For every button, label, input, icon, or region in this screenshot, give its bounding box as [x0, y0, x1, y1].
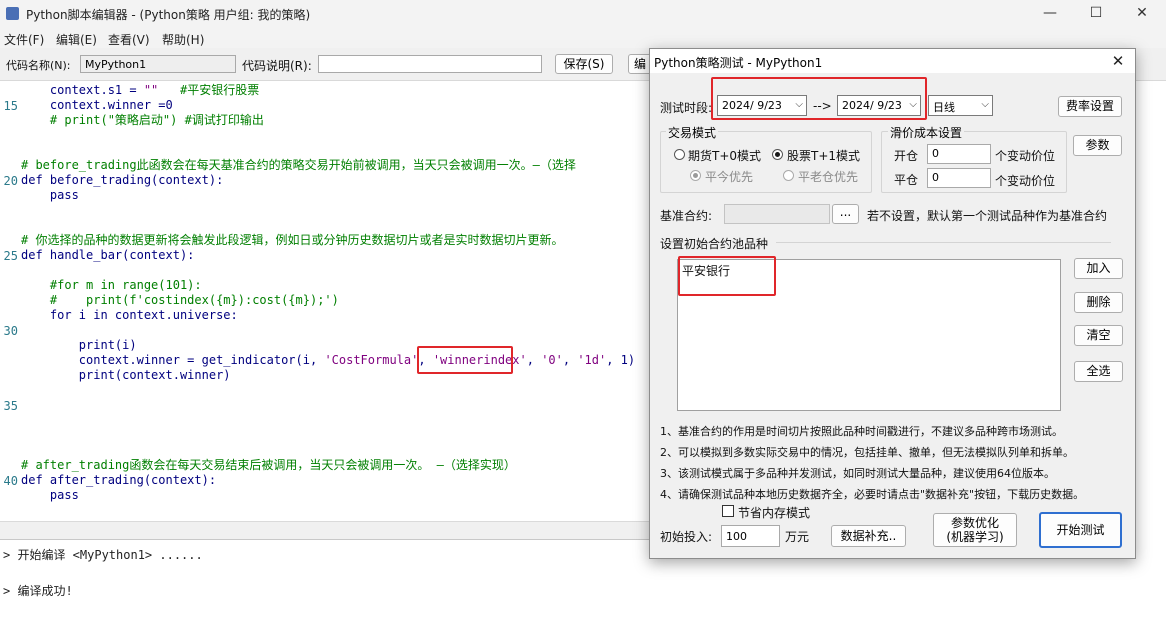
param-optimize-button[interactable]: 参数优化 (机器学习) — [933, 513, 1017, 547]
code-line: context.winner =0 — [21, 98, 173, 112]
dialog-title: Python策略测试 - MyPython1 — [654, 56, 823, 70]
param-optimize-line1: 参数优化 — [950, 516, 999, 530]
output-line: > 编译成功! — [3, 584, 73, 598]
window-title: Python脚本编辑器 - (Python策略 用户组: 我的策略) — [26, 8, 311, 22]
line-number: 40 — [3, 474, 18, 488]
pool-divider — [776, 242, 1111, 243]
param-optimize-line2: (机器学习) — [946, 530, 1004, 544]
test-period-label: 测试时段: — [660, 101, 713, 115]
initial-investment-label: 初始投入: — [660, 530, 713, 544]
futures-mode-label: 期货T+0模式 — [688, 149, 762, 163]
code-name-field[interactable]: MyPython1 — [80, 55, 236, 73]
benchmark-browse-button[interactable]: ... — [832, 204, 859, 224]
code-line: # before_trading此函数会在每天基准合约的策略交易开始前被调用，当… — [21, 158, 576, 172]
code-line: #for m in range(101): — [21, 278, 202, 292]
dialog-close-icon[interactable]: ✕ — [1106, 51, 1130, 71]
note-line: 2、可以模拟到多数实际交易中的情况，包括挂单、撤单，但无法模拟队列单和拆单。 — [660, 446, 1074, 459]
close-slippage-input[interactable]: 0 — [927, 168, 991, 188]
add-button[interactable]: 加入 — [1074, 258, 1123, 279]
code-line: context.s1 = "" #平安银行股票 — [21, 83, 260, 97]
period-select[interactable]: 日线 ⌵ — [928, 95, 993, 116]
strategy-test-dialog: Python策略测试 - MyPython1 ✕ 测试时段: 2024/ 9/2… — [649, 48, 1136, 559]
clear-button[interactable]: 清空 — [1074, 325, 1123, 346]
benchmark-label: 基准合约: — [660, 209, 713, 223]
output-line: > 开始编译 <MyPython1> ...... — [3, 548, 203, 562]
save-memory-label: 节省内存模式 — [738, 506, 811, 520]
menu-view[interactable]: 查看(V) — [108, 31, 150, 48]
chevron-down-icon: ⌵ — [981, 99, 989, 110]
note-line: 3、该测试模式属于多品种并发测试，如同时测试大量品种，建议使用64位版本。 — [660, 467, 1055, 480]
open-slippage-label: 开仓 — [894, 149, 919, 163]
initial-investment-input[interactable]: 100 — [721, 525, 780, 547]
code-line: pass — [21, 188, 79, 202]
menu-help[interactable]: 帮助(H) — [162, 31, 204, 48]
open-slippage-input[interactable]: 0 — [927, 144, 991, 164]
menu-bar: 文件(F) 编辑(E) 查看(V) 帮助(H) — [0, 28, 1166, 48]
note-line: 1、基准合约的作用是时间切片按照此品种时间戳进行，不建议多品种跨市场测试。 — [660, 425, 1063, 438]
line-number: 25 — [3, 249, 18, 263]
close-window-button[interactable]: ✕ — [1119, 0, 1165, 28]
code-line: # after_trading函数会在每天交易结束后被调用，当天只会被调用一次。… — [21, 458, 516, 472]
initial-investment-unit: 万元 — [785, 530, 810, 544]
note-line: 4、请确保测试品种本地历史数据齐全，必要时请点击"数据补充"按钮，下载历史数据。 — [660, 488, 1085, 501]
pool-label: 设置初始合约池品种 — [660, 237, 769, 251]
futures-mode-radio[interactable] — [674, 149, 685, 160]
stock-mode-radio[interactable] — [772, 149, 783, 160]
dialog-title-bar: Python策略测试 - MyPython1 ✕ — [650, 49, 1135, 73]
line-number: 20 — [3, 174, 18, 188]
save-button[interactable]: 保存(S) — [555, 54, 613, 74]
code-name-label: 代码名称(N): — [6, 59, 71, 72]
period-value: 日线 — [933, 101, 955, 114]
code-editor[interactable]: 15 20 25 30 35 40 context.s1 = "" #平安银行股票 con… — [0, 81, 660, 521]
pool-item-highlight — [678, 256, 776, 296]
code-desc-field[interactable] — [318, 55, 542, 73]
close-old-label: 平老仓优先 — [798, 170, 859, 184]
close-today-radio[interactable] — [690, 170, 701, 181]
code-line: for i in context.universe: — [21, 308, 238, 322]
menu-edit[interactable]: 编辑(E) — [56, 31, 97, 48]
maximize-button[interactable]: ☐ — [1073, 0, 1119, 28]
minimize-button[interactable]: — — [1027, 0, 1073, 28]
menu-file[interactable]: 文件(F) — [4, 31, 44, 48]
title-bar: Python脚本编辑器 - (Python策略 用户组: 我的策略) — ☐ ✕ — [0, 0, 1166, 28]
code-line: def before_trading(context): — [21, 173, 224, 187]
benchmark-hint: 若不设置，默认第一个测试品种作为基准合约 — [867, 209, 1108, 223]
date-range-highlight — [711, 77, 927, 120]
close-slippage-unit: 个变动价位 — [995, 174, 1056, 188]
start-test-button[interactable]: 开始测试 — [1039, 512, 1122, 548]
stock-mode-label: 股票T+1模式 — [787, 149, 861, 163]
code-line: # print(f'costindex({m}):cost({m});') — [21, 293, 339, 307]
code-line: # 你选择的品种的数据更新将会触发此段逻辑，例如日或分钟历史数据切片或者是实时数… — [21, 233, 564, 247]
code-line: print(context.winner) — [21, 368, 231, 382]
app-icon — [6, 7, 19, 20]
open-slippage-unit: 个变动价位 — [995, 149, 1056, 163]
delete-button[interactable]: 删除 — [1074, 292, 1123, 313]
save-memory-checkbox[interactable] — [722, 505, 734, 517]
output-panel: > 开始编译 <MyPython1> ...... > 编译成功! — [0, 539, 660, 624]
editor-scrollbar[interactable] — [0, 521, 660, 540]
winnerindex-highlight — [417, 346, 513, 374]
code-line: print(i) — [21, 338, 137, 352]
params-button[interactable]: 参数 — [1073, 135, 1122, 156]
code-line: context.winner = get_indicator(i, 'CostF… — [21, 353, 636, 367]
slippage-title: 滑价成本设置 — [888, 124, 965, 141]
code-line: def after_trading(context): — [21, 473, 217, 487]
line-number: 30 — [3, 324, 18, 338]
code-line: def handle_bar(context): — [21, 248, 195, 262]
fee-settings-button[interactable]: 费率设置 — [1058, 96, 1122, 117]
code-line: # print("策略启动") #调试打印输出 — [21, 113, 264, 127]
benchmark-field[interactable] — [724, 204, 830, 224]
trade-mode-title: 交易模式 — [666, 124, 719, 141]
close-old-radio[interactable] — [783, 170, 794, 181]
line-number: 35 — [3, 399, 18, 413]
line-number: 15 — [3, 99, 18, 113]
data-supplement-button[interactable]: 数据补充.. — [831, 525, 906, 547]
code-line: pass — [21, 488, 79, 502]
close-slippage-label: 平仓 — [894, 173, 919, 187]
close-today-label: 平今优先 — [705, 170, 754, 184]
select-all-button[interactable]: 全选 — [1074, 361, 1123, 382]
code-desc-label: 代码说明(R): — [242, 59, 312, 73]
